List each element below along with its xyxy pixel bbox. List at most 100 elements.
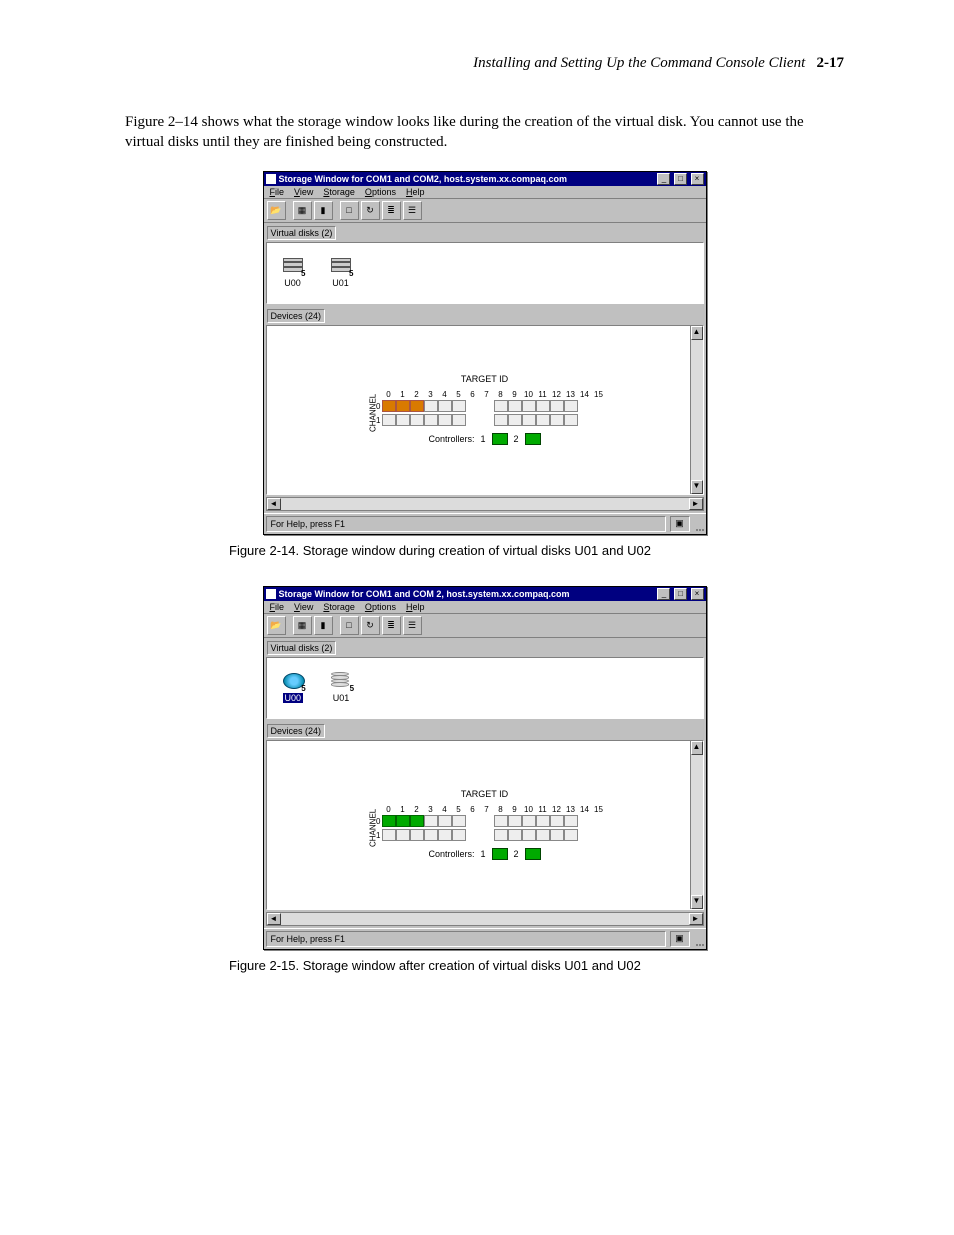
device-slot[interactable]	[452, 414, 466, 426]
device-slot[interactable]	[508, 829, 522, 841]
device-slot[interactable]	[452, 815, 466, 827]
target-id-header: 8	[494, 800, 508, 814]
close-button[interactable]: ×	[691, 588, 704, 600]
figure-14-caption: Figure 2-14. Storage window during creat…	[229, 543, 844, 558]
menu-help[interactable]: Help	[406, 602, 425, 612]
target-id-header: 9	[508, 800, 522, 814]
device-slot[interactable]	[508, 400, 522, 412]
device-slot[interactable]	[494, 829, 508, 841]
device-slot[interactable]	[564, 829, 578, 841]
device-slot[interactable]	[410, 829, 424, 841]
minimize-button[interactable]: _	[657, 588, 670, 600]
toolbar-open-icon[interactable]: 📂	[267, 616, 286, 635]
device-slot[interactable]	[396, 414, 410, 426]
device-slot[interactable]	[410, 815, 424, 827]
menu-help[interactable]: Help	[406, 187, 425, 197]
vdisk-u01[interactable]: 5 U01	[331, 258, 351, 288]
device-slot[interactable]	[522, 815, 536, 827]
toolbar-grid-icon[interactable]: ▦	[293, 201, 312, 220]
toolbar-disk-icon[interactable]: ▮	[314, 616, 333, 635]
device-slot[interactable]	[522, 414, 536, 426]
vdisk-u00[interactable]: 5 U00	[283, 673, 304, 703]
device-slot[interactable]	[536, 815, 550, 827]
toolbar-refresh-icon[interactable]: ↻	[361, 201, 380, 220]
device-slot[interactable]	[522, 829, 536, 841]
horizontal-scrollbar[interactable]: ◄►	[266, 912, 704, 926]
device-slot[interactable]	[550, 815, 564, 827]
device-slot[interactable]	[424, 400, 438, 412]
statusbar: For Help, press F1 ▣	[264, 513, 706, 534]
target-id-label: TARGET ID	[364, 374, 606, 384]
menu-file[interactable]: File	[270, 187, 285, 197]
minimize-button[interactable]: _	[657, 173, 670, 185]
device-slot[interactable]	[396, 400, 410, 412]
device-slot[interactable]	[382, 815, 396, 827]
device-slot[interactable]	[382, 829, 396, 841]
vertical-scrollbar[interactable]: ▲▼	[690, 326, 703, 494]
device-slot[interactable]	[494, 400, 508, 412]
device-slot[interactable]	[424, 414, 438, 426]
device-slot[interactable]	[536, 414, 550, 426]
status-message: For Help, press F1	[266, 516, 666, 532]
close-button[interactable]: ×	[691, 173, 704, 185]
toolbar-props-icon[interactable]: □	[340, 201, 359, 220]
device-slot[interactable]	[452, 829, 466, 841]
toolbar-list-icon[interactable]: ≣	[382, 616, 401, 635]
figure-15-caption: Figure 2-15. Storage window after creati…	[229, 958, 844, 973]
device-slot[interactable]	[550, 400, 564, 412]
vertical-scrollbar[interactable]: ▲▼	[690, 741, 703, 909]
toolbar-list-icon[interactable]: ≣	[382, 201, 401, 220]
device-slot[interactable]	[396, 829, 410, 841]
controllers-row: Controllers: 1 2	[364, 433, 606, 445]
resize-grip[interactable]	[692, 516, 704, 532]
device-slot[interactable]	[382, 400, 396, 412]
resize-grip[interactable]	[692, 931, 704, 947]
target-id-header: 4	[438, 800, 452, 814]
device-slot[interactable]	[396, 815, 410, 827]
menu-storage[interactable]: Storage	[323, 187, 355, 197]
device-slot[interactable]	[438, 414, 452, 426]
menu-options[interactable]: Options	[365, 602, 396, 612]
toolbar-props-icon[interactable]: □	[340, 616, 359, 635]
device-slot[interactable]	[438, 829, 452, 841]
toolbar-details-icon[interactable]: ☰	[403, 201, 422, 220]
toolbar-refresh-icon[interactable]: ↻	[361, 616, 380, 635]
horizontal-scrollbar[interactable]: ◄►	[266, 497, 704, 511]
vdisk-u01[interactable]: 5 U01	[331, 673, 351, 703]
device-slot[interactable]	[424, 829, 438, 841]
menu-storage[interactable]: Storage	[323, 602, 355, 612]
maximize-button[interactable]: □	[674, 588, 687, 600]
device-slot[interactable]	[564, 815, 578, 827]
device-slot[interactable]	[424, 815, 438, 827]
device-slot[interactable]	[494, 815, 508, 827]
titlebar[interactable]: Storage Window for COM1 and COM 2, host.…	[264, 587, 706, 601]
device-slot[interactable]	[452, 400, 466, 412]
toolbar-disk-icon[interactable]: ▮	[314, 201, 333, 220]
device-slot[interactable]	[382, 414, 396, 426]
toolbar-details-icon[interactable]: ☰	[403, 616, 422, 635]
device-slot[interactable]	[536, 400, 550, 412]
device-slot[interactable]	[522, 400, 536, 412]
device-slot[interactable]	[438, 815, 452, 827]
device-slot[interactable]	[508, 815, 522, 827]
menu-view[interactable]: View	[294, 602, 313, 612]
toolbar-grid-icon[interactable]: ▦	[293, 616, 312, 635]
menu-file[interactable]: File	[270, 602, 285, 612]
toolbar-open-icon[interactable]: 📂	[267, 201, 286, 220]
menu-options[interactable]: Options	[365, 187, 396, 197]
device-slot[interactable]	[410, 414, 424, 426]
menubar: File View Storage Options Help	[264, 186, 706, 199]
device-slot[interactable]	[536, 829, 550, 841]
device-slot[interactable]	[550, 414, 564, 426]
device-slot[interactable]	[564, 400, 578, 412]
device-slot[interactable]	[438, 400, 452, 412]
device-slot[interactable]	[564, 414, 578, 426]
titlebar[interactable]: Storage Window for COM1 and COM2, host.s…	[264, 172, 706, 186]
vdisk-u00[interactable]: 5 U00	[283, 258, 303, 288]
menu-view[interactable]: View	[294, 187, 313, 197]
device-slot[interactable]	[508, 414, 522, 426]
device-slot[interactable]	[550, 829, 564, 841]
device-slot[interactable]	[494, 414, 508, 426]
device-slot[interactable]	[410, 400, 424, 412]
maximize-button[interactable]: □	[674, 173, 687, 185]
